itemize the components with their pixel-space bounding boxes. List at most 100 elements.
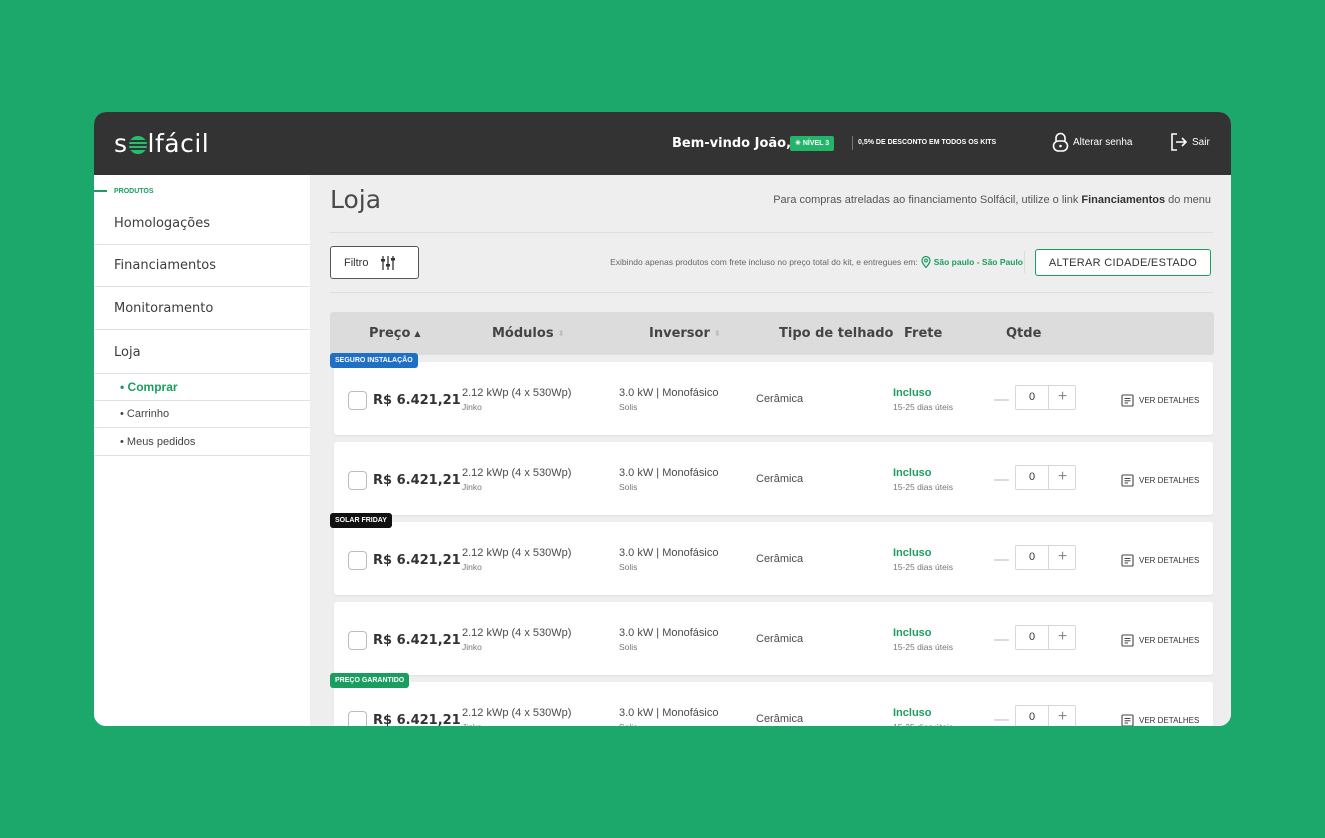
sidebar: PRODUTOS Homologações Financiamentos Mon… <box>94 175 310 726</box>
decrease-qty-button[interactable]: — <box>994 551 1009 568</box>
sidebar-subitem-meus-pedidos[interactable]: • Meus pedidos <box>94 428 310 456</box>
modules-spec: 2.12 kWp (4 x 530Wp) <box>462 707 572 719</box>
column-header-qty: Qtde <box>1006 326 1042 341</box>
modules-brand: Jinko <box>462 642 482 652</box>
decrease-qty-button[interactable]: — <box>994 391 1009 408</box>
select-checkbox[interactable] <box>348 471 367 490</box>
view-details-link[interactable]: VER DETALHES <box>1121 394 1199 407</box>
sidebar-subitem-carrinho[interactable]: • Carrinho <box>94 401 310 428</box>
modules-spec: 2.12 kWp (4 x 530Wp) <box>462 627 572 639</box>
column-header-modules[interactable]: Módulos ⬍ <box>492 312 564 355</box>
logout-label: Sair <box>1192 136 1210 148</box>
decrease-qty-button[interactable]: — <box>994 471 1009 488</box>
price: R$ 6.421,21 <box>373 633 461 648</box>
column-label: Preço <box>369 326 411 341</box>
quantity-value[interactable]: 0 <box>1016 546 1048 569</box>
increase-qty-button[interactable]: + <box>1049 706 1076 726</box>
quantity-value[interactable]: 0 <box>1016 466 1048 489</box>
view-details-label: VER DETALHES <box>1139 716 1200 725</box>
decrease-qty-button[interactable]: — <box>994 711 1009 726</box>
quantity-value[interactable]: 0 <box>1016 626 1048 649</box>
discount-text: 0,5% DE DESCONTO EM TODOS OS KITS <box>858 139 997 146</box>
modules-brand: Jinko <box>462 402 482 412</box>
inverter-brand: Solis <box>619 482 638 492</box>
quantity-stepper[interactable]: 0 + <box>1015 625 1076 650</box>
increase-qty-button[interactable]: + <box>1049 466 1076 489</box>
view-details-link[interactable]: VER DETALHES <box>1121 554 1199 567</box>
quantity-stepper[interactable]: 0 + <box>1015 545 1076 570</box>
roof-type: Cerâmica <box>756 393 804 405</box>
change-password-link[interactable]: Alterar senha <box>1052 132 1132 152</box>
product-row: R$ 6.421,21 2.12 kWp (4 x 530Wp) Jinko 3… <box>334 442 1213 515</box>
select-checkbox[interactable] <box>348 631 367 650</box>
document-icon <box>1121 394 1134 407</box>
sidebar-item-financiamentos[interactable]: Financiamentos <box>94 245 310 287</box>
filter-button[interactable]: Filtro <box>330 246 419 279</box>
note-prefix: Para compras atreladas ao financiamento … <box>773 194 1082 206</box>
document-icon <box>1121 474 1134 487</box>
delivery-time: 15-25 dias úteis <box>893 642 954 652</box>
view-details-link[interactable]: VER DETALHES <box>1121 714 1199 726</box>
increase-qty-button[interactable]: + <box>1049 546 1076 569</box>
shipping-status: Incluso <box>893 467 932 479</box>
sidebar-subitem-comprar[interactable]: • Comprar <box>94 374 310 401</box>
shipping-status: Incluso <box>893 547 932 559</box>
increase-qty-button[interactable]: + <box>1049 626 1076 649</box>
note-suffix: do menu <box>1165 194 1211 206</box>
sun-logo-icon <box>128 136 147 154</box>
star-icon: ✳ <box>795 140 803 147</box>
shipping-note: Exibindo apenas produtos com frete inclu… <box>610 256 1023 268</box>
change-city-button[interactable]: ALTERAR CIDADE/ESTADO <box>1035 249 1211 276</box>
roof-type: Cerâmica <box>756 633 804 645</box>
increase-qty-button[interactable]: + <box>1049 386 1076 409</box>
column-header-inverter[interactable]: Inversor ⬍ <box>649 312 721 355</box>
level-label: NÍVEL 3 <box>802 140 830 147</box>
inverter-spec: 3.0 kW | Monofásico <box>619 387 719 399</box>
delivery-time: 15-25 dias úteis <box>893 482 954 492</box>
quantity-value[interactable]: 0 <box>1016 386 1048 409</box>
roof-type: Cerâmica <box>756 713 804 725</box>
delivery-time: 15-25 dias úteis <box>893 722 953 726</box>
column-header-price[interactable]: Preço ▲ <box>369 312 421 355</box>
product-row: R$ 6.421,21 2.12 kWp (4 x 530Wp) Jinko 3… <box>334 362 1213 435</box>
sidebar-item-monitoramento[interactable]: Monitoramento <box>94 288 310 330</box>
top-bar: s lfácil Bem-vindo João, ✳ NÍVEL 3 0,5% … <box>94 112 1231 175</box>
modules-brand: Jinko <box>462 482 482 492</box>
sort-ascending-icon: ▲ <box>414 329 421 338</box>
product-row: R$ 6.421,21 2.12 kWp (4 x 530Wp) Jinko 3… <box>334 602 1213 675</box>
select-checkbox[interactable] <box>348 391 367 410</box>
delivery-time: 15-25 dias úteis <box>893 562 954 572</box>
section-label: PRODUTOS <box>114 187 154 195</box>
sidebar-item-homologacoes[interactable]: Homologações <box>94 203 310 245</box>
shipping-divider <box>1024 251 1025 273</box>
view-details-link[interactable]: VER DETALHES <box>1121 474 1199 487</box>
sliders-icon <box>381 255 396 270</box>
modules-brand: Jinko <box>462 722 482 726</box>
logo[interactable]: s lfácil <box>114 128 209 158</box>
document-icon <box>1121 714 1134 726</box>
product-row: R$ 6.421,21 2.12 kWp (4 x 530Wp) Jinko 3… <box>334 522 1213 595</box>
view-details-link[interactable]: VER DETALHES <box>1121 634 1199 647</box>
view-details-label: VER DETALHES <box>1139 476 1200 485</box>
main-content: Loja Para compras atreladas ao financiam… <box>310 175 1231 726</box>
inverter-brand: Solis <box>619 722 637 726</box>
quantity-value[interactable]: 0 <box>1016 706 1048 726</box>
column-header-roof: Tipo de telhado <box>779 326 894 341</box>
financing-link[interactable]: Financiamentos <box>1081 194 1165 206</box>
shipping-status: Incluso <box>893 707 932 719</box>
quantity-stepper[interactable]: 0 + <box>1015 465 1076 490</box>
decrease-qty-button[interactable]: — <box>994 631 1009 648</box>
sidebar-item-loja[interactable]: Loja <box>94 331 310 374</box>
price: R$ 6.421,21 <box>373 473 461 488</box>
view-details-label: VER DETALHES <box>1139 636 1200 645</box>
header-divider <box>852 136 853 150</box>
divider <box>330 292 1213 293</box>
quantity-stepper[interactable]: 0 + <box>1015 705 1076 726</box>
price: R$ 6.421,21 <box>373 393 461 408</box>
quantity-stepper[interactable]: 0 + <box>1015 385 1076 410</box>
table-header: Preço ▲ Módulos ⬍ Inversor ⬍ Tipo de tel… <box>330 312 1214 355</box>
select-checkbox[interactable] <box>348 551 367 570</box>
logout-link[interactable]: Sair <box>1170 132 1210 152</box>
financing-note: Para compras atreladas ao financiamento … <box>773 194 1211 206</box>
select-checkbox[interactable] <box>348 711 367 726</box>
